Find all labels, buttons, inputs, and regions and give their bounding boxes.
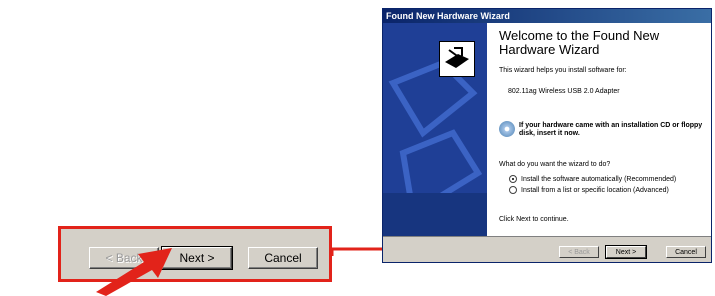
back-button[interactable]: < Back [559,246,599,258]
wizard-side-banner [383,23,487,236]
wizard-heading: Welcome to the Found New Hardware Wizard [499,28,660,57]
title-bar: Found New Hardware Wizard [383,9,711,23]
cancel-button[interactable]: Cancel [666,246,706,258]
option-label: Install from a list or specific location… [521,186,669,194]
radio-button[interactable] [509,186,517,194]
zoom-cancel-button[interactable]: Cancel [248,247,318,269]
intro-text: This wizard helps you install software f… [499,67,627,74]
option-advanced[interactable]: Install from a list or specific location… [509,186,669,194]
cd-icon [499,121,515,137]
window-title: Found New Hardware Wizard [386,11,510,21]
hardware-wizard-icon [439,41,475,77]
button-bar: < Back Next > Cancel [383,237,711,262]
option-label: Install the software automatically (Reco… [521,175,677,183]
device-name: 802.11ag Wireless USB 2.0 Adapter [508,88,620,95]
cd-hint-text: If your hardware came with an installati… [519,122,703,137]
continue-text: Click Next to continue. [499,216,569,223]
wizard-content: Welcome to the Found New Hardware Wizard… [499,23,709,223]
wizard-window: Found New Hardware Wizard Welcome to the… [382,8,712,263]
radio-button[interactable] [509,175,517,183]
next-button[interactable]: Next > [605,245,647,259]
red-pointer-arrow-icon [96,248,172,296]
question-text: What do you want the wizard to do? [499,161,611,168]
option-automatic[interactable]: Install the software automatically (Reco… [509,175,676,183]
